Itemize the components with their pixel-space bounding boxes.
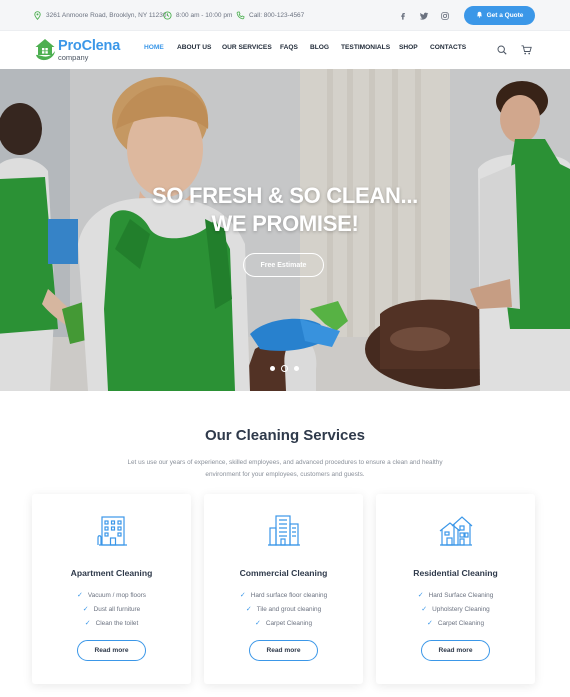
instagram-icon — [441, 7, 449, 25]
check-icon: ✓ — [254, 620, 261, 627]
read-more-button[interactable]: Read more — [421, 640, 490, 661]
list-item: ✓ Carpet Cleaning — [254, 619, 313, 628]
nav-item-our-services[interactable]: OUR SERVICES — [222, 44, 272, 51]
service-title: Apartment Cleaning — [70, 568, 153, 578]
check-icon: ✓ — [76, 592, 83, 599]
nav-item-shop[interactable]: SHOP — [399, 44, 418, 51]
hours-text: 8:00 am - 10:00 pm — [176, 12, 233, 19]
nav-item-blog[interactable]: BLOG — [310, 44, 329, 51]
list-item: ✓ Carpet Cleaning — [426, 619, 485, 628]
check-icon: ✓ — [426, 620, 433, 627]
check-icon: ✓ — [417, 592, 424, 599]
logo[interactable]: ProClena company — [32, 34, 132, 66]
brand-name: ProClena — [58, 38, 121, 54]
slider-dot-1[interactable] — [270, 366, 275, 371]
services-heading: Our Cleaning Services — [204, 427, 366, 444]
check-icon: ✓ — [82, 606, 89, 613]
nav-item-about-us[interactable]: ABOUT US — [177, 44, 211, 51]
location-pin-icon — [33, 11, 42, 20]
hero-title-line-1: SO FRESH & SO CLEAN... — [152, 183, 418, 208]
service-features: ✓ Hard Surface Cleaning ✓ Upholstery Clean… — [376, 588, 535, 630]
service-card-apartment: Apartment Cleaning ✓ Vacuum / mop floors … — [32, 494, 191, 684]
slider-dots — [270, 365, 299, 372]
list-item: ✓ Vacuum / mop floors — [76, 591, 146, 600]
nav-item-contacts[interactable]: CONTACTS — [430, 44, 466, 51]
list-item: ✓ Tile and grout cleaning — [245, 605, 322, 614]
service-features: ✓ Hard surface floor cleaning ✓ Tile and g… — [204, 588, 363, 630]
hours-info: 8:00 am - 10:00 pm — [163, 0, 232, 31]
list-item: ✓ Hard surface floor cleaning — [239, 591, 328, 600]
phone-info: Call: 800-123-4567 — [236, 0, 304, 31]
instagram-link[interactable] — [441, 0, 449, 31]
phone-text: Call: 800-123-4567 — [249, 12, 305, 19]
facebook-link[interactable] — [399, 0, 407, 31]
list-item: ✓ Upholstery Cleaning — [421, 605, 490, 614]
slider-dot-2[interactable] — [281, 365, 288, 372]
office-building-icon — [266, 514, 302, 548]
search-icon[interactable] — [497, 42, 507, 60]
service-features: ✓ Vacuum / mop floors ✓ Dust all furniture… — [32, 588, 191, 630]
twitter-icon — [419, 7, 429, 25]
cart-icon[interactable] — [521, 42, 532, 60]
list-item: ✓ Clean the toilet — [84, 619, 139, 628]
nav-item-home[interactable]: HOME — [144, 44, 164, 51]
main-header: ProClena company HOME ABOUT US OUR SERVI… — [0, 31, 570, 69]
check-icon: ✓ — [239, 592, 246, 599]
nav-item-testimonials[interactable]: TESTIMONIALS — [341, 44, 390, 51]
address-text: 3261 Anmoore Road, Brooklyn, NY 11230 — [46, 12, 167, 19]
top-info-bar: 3261 Anmoore Road, Brooklyn, NY 11230 8:… — [0, 0, 570, 31]
read-more-button[interactable]: Read more — [77, 640, 146, 661]
clock-icon — [163, 11, 172, 20]
service-title: Commercial Cleaning — [239, 568, 328, 578]
bell-icon — [476, 11, 483, 20]
check-icon: ✓ — [421, 606, 428, 613]
list-item: ✓ Dust all furniture — [82, 605, 141, 614]
services-intro: Let us use our years of experience, skil… — [127, 459, 443, 478]
service-title: Residential Cleaning — [413, 568, 498, 578]
phone-icon — [236, 11, 245, 20]
free-estimate-button[interactable]: Free Estimate — [243, 253, 324, 277]
hero-title-line-2: WE PROMISE! — [211, 211, 359, 236]
twitter-link[interactable] — [419, 0, 429, 31]
nav-item-faqs[interactable]: FAQS — [280, 44, 298, 51]
slider-dot-3[interactable] — [294, 366, 299, 371]
facebook-icon — [399, 7, 407, 25]
get-a-quote-label: Get a Quote — [486, 12, 524, 19]
brand-tagline: company — [58, 53, 89, 62]
house-icon — [438, 514, 474, 548]
get-a-quote-button[interactable]: Get a Quote — [464, 6, 535, 25]
house-logo-icon — [32, 36, 58, 67]
address-info: 3261 Anmoore Road, Brooklyn, NY 11230 — [33, 0, 166, 31]
list-item: ✓ Hard Surface Cleaning — [417, 591, 494, 600]
check-icon: ✓ — [84, 620, 91, 627]
read-more-button[interactable]: Read more — [249, 640, 318, 661]
hero-slider: SO FRESH & SO CLEAN... WE PROMISE! Free … — [0, 69, 570, 391]
apartment-building-icon — [94, 514, 130, 548]
service-card-residential: Residential Cleaning ✓ Hard Surface Clean… — [376, 494, 535, 684]
service-card-commercial: Commercial Cleaning ✓ Hard surface floor … — [204, 494, 363, 684]
check-icon: ✓ — [245, 606, 252, 613]
